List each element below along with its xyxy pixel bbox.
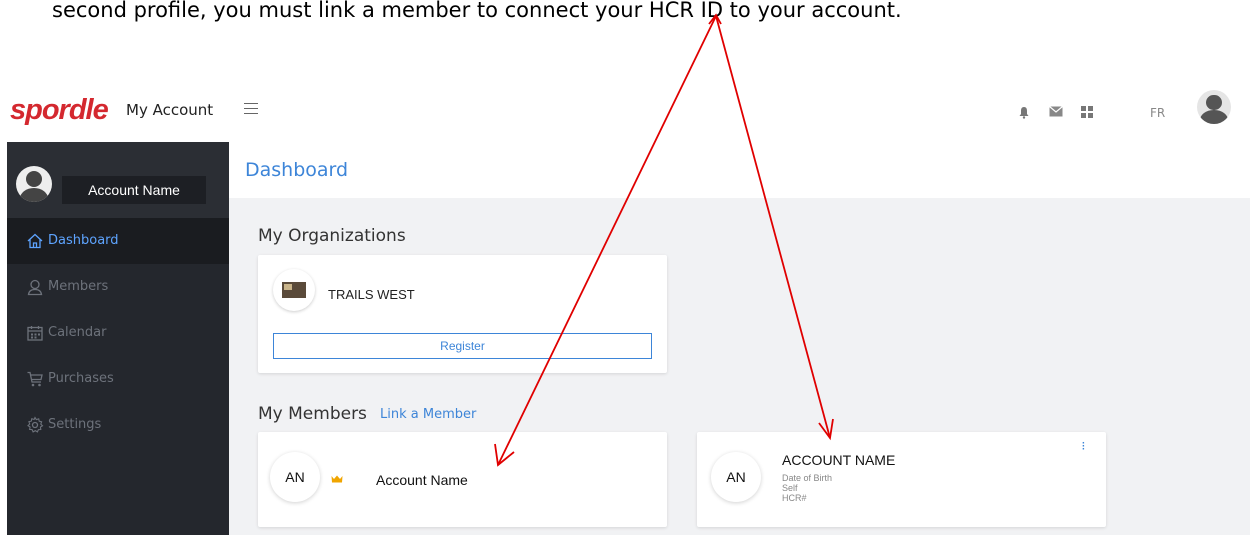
- bell-icon[interactable]: [1018, 106, 1030, 119]
- top-bar: spordle My Account FR: [0, 84, 1250, 142]
- sidebar-item-label: Dashboard: [48, 233, 119, 248]
- mail-icon[interactable]: [1049, 106, 1063, 117]
- calendar-icon: [27, 326, 43, 341]
- gear-icon: [27, 416, 44, 433]
- member-card[interactable]: AN Account Name: [258, 432, 667, 527]
- sidebar-item-purchases[interactable]: Purchases: [7, 356, 229, 402]
- sidebar: Account Name Dashboard Members Calendar …: [7, 142, 229, 535]
- cart-icon: [27, 371, 43, 387]
- organizations-heading: My Organizations: [258, 226, 406, 246]
- crown-icon: [331, 475, 343, 483]
- user-avatar-icon[interactable]: [1197, 90, 1231, 124]
- apps-grid-icon[interactable]: [1081, 106, 1093, 118]
- menu-toggle-icon[interactable]: [244, 103, 258, 118]
- sidebar-item-label: Purchases: [48, 371, 114, 386]
- organization-logo: [273, 269, 315, 311]
- user-icon: [27, 279, 43, 296]
- instruction-caption: second profile, you must link a member t…: [52, 0, 902, 22]
- member-initials: AN: [711, 452, 761, 502]
- member-initials: AN: [270, 452, 320, 502]
- members-heading: My Members: [258, 404, 367, 424]
- language-toggle[interactable]: FR: [1150, 106, 1165, 120]
- sidebar-item-label: Members: [48, 279, 109, 294]
- sidebar-item-dashboard[interactable]: Dashboard: [7, 218, 229, 264]
- organization-name[interactable]: TRAILS WEST: [328, 287, 415, 302]
- sidebar-item-label: Settings: [48, 417, 102, 432]
- sidebar-item-calendar[interactable]: Calendar: [7, 310, 229, 356]
- member-name: ACCOUNT NAME: [782, 452, 896, 468]
- home-icon: [27, 233, 43, 249]
- spordle-logo[interactable]: spordle: [10, 94, 109, 127]
- member-hcr-label: HCR#: [782, 493, 807, 503]
- sidebar-item-members[interactable]: Members: [7, 264, 229, 310]
- avatar: [16, 166, 52, 202]
- member-name: Account Name: [376, 472, 468, 488]
- sidebar-profile: Account Name: [7, 142, 229, 218]
- more-options-icon[interactable]: · · ·: [1082, 439, 1085, 455]
- sidebar-item-label: Calendar: [48, 325, 107, 340]
- sidebar-item-settings[interactable]: Settings: [7, 402, 229, 448]
- member-relation: Self: [782, 483, 798, 493]
- link-member-button[interactable]: Link a Member: [380, 407, 476, 422]
- member-dob-label: Date of Birth: [782, 473, 833, 483]
- register-button[interactable]: Register: [273, 333, 652, 359]
- member-card[interactable]: · · · AN ACCOUNT NAME Date of Birth Self H…: [697, 432, 1106, 527]
- page-title: Dashboard: [245, 159, 349, 181]
- app-title: My Account: [126, 101, 214, 119]
- main-content: My Organizations TRAILS WEST Register My…: [229, 198, 1250, 535]
- account-name[interactable]: Account Name: [62, 176, 206, 204]
- page-header: Dashboard: [229, 142, 1250, 198]
- organization-card: TRAILS WEST Register: [258, 255, 667, 373]
